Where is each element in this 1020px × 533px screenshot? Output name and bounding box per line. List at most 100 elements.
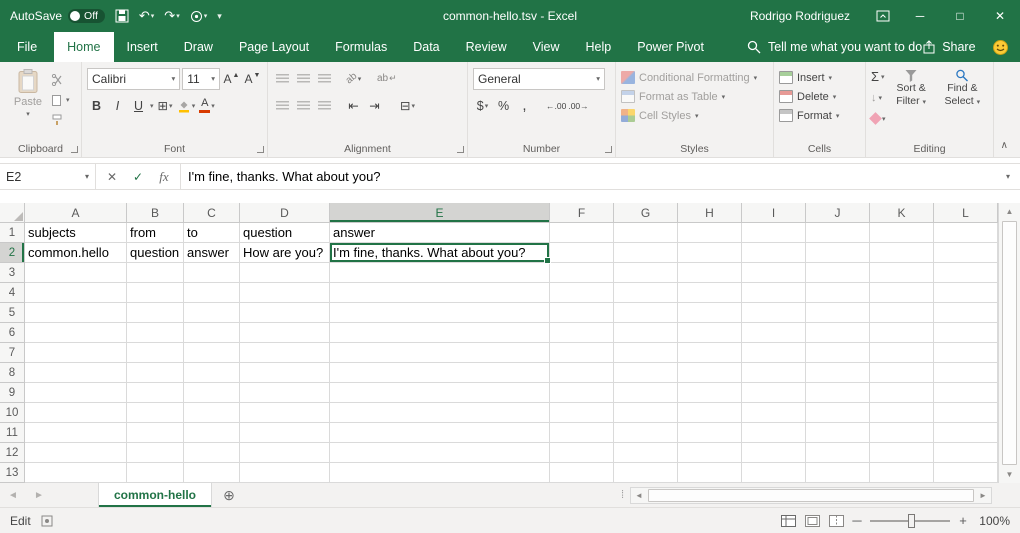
cell-F4[interactable] [550, 283, 614, 303]
insert-function-icon[interactable]: fx [152, 166, 176, 188]
cell-L13[interactable] [934, 463, 998, 483]
tab-draw[interactable]: Draw [171, 32, 226, 62]
column-header-L[interactable]: L [934, 203, 998, 223]
minimize-button[interactable]: ─ [900, 0, 940, 32]
cell-A13[interactable] [25, 463, 127, 483]
autosum-button[interactable]: Σ▾ [871, 68, 886, 85]
column-header-H[interactable]: H [678, 203, 742, 223]
cell-I13[interactable] [742, 463, 806, 483]
close-button[interactable]: ✕ [980, 0, 1020, 32]
tab-home[interactable]: Home [54, 32, 113, 62]
cell-H7[interactable] [678, 343, 742, 363]
cell-A7[interactable] [25, 343, 127, 363]
normal-view-button[interactable] [776, 510, 800, 532]
cell-D10[interactable] [240, 403, 330, 423]
zoom-slider-thumb[interactable] [908, 514, 915, 528]
cell-J3[interactable] [806, 263, 870, 283]
formula-input[interactable]: I'm fine, thanks. What about you? [181, 164, 996, 189]
underline-button[interactable]: U [129, 95, 148, 116]
cell-L7[interactable] [934, 343, 998, 363]
cell-E4[interactable] [330, 283, 550, 303]
cell-B9[interactable] [127, 383, 184, 403]
share-button[interactable]: Share [922, 32, 975, 62]
cell-H10[interactable] [678, 403, 742, 423]
row-header-9[interactable]: 9 [0, 383, 25, 403]
scroll-up-icon[interactable]: ▲ [999, 203, 1020, 220]
orientation-button[interactable]: ab▾ [344, 68, 363, 89]
cell-K5[interactable] [870, 303, 934, 323]
cell-K12[interactable] [870, 443, 934, 463]
cell-A5[interactable] [25, 303, 127, 323]
cell-B1[interactable]: from [127, 223, 184, 243]
cancel-entry-icon[interactable]: ✕ [100, 166, 124, 188]
cell-A8[interactable] [25, 363, 127, 383]
increase-decimal-button[interactable]: ←.00 [546, 95, 566, 116]
cell-G4[interactable] [614, 283, 678, 303]
horizontal-scrollbar[interactable]: ◄ ► [630, 487, 992, 504]
cell-L3[interactable] [934, 263, 998, 283]
cell-G9[interactable] [614, 383, 678, 403]
user-name[interactable]: Rodrigo Rodriguez [750, 9, 850, 23]
increase-font-size-button[interactable]: A▲ [222, 68, 241, 89]
cell-I9[interactable] [742, 383, 806, 403]
cell-styles-button[interactable]: Cell Styles ▾ [621, 106, 768, 125]
zoom-out-button[interactable]: ─ [848, 513, 866, 528]
cell-B6[interactable] [127, 323, 184, 343]
comma-style-button[interactable]: , [515, 95, 534, 116]
cell-C1[interactable]: to [184, 223, 240, 243]
save-icon[interactable] [115, 9, 129, 23]
cell-G13[interactable] [614, 463, 678, 483]
column-header-B[interactable]: B [127, 203, 184, 223]
tab-file[interactable]: File [0, 32, 54, 62]
cell-A2[interactable]: common.hello [25, 243, 127, 263]
tab-insert[interactable]: Insert [114, 32, 171, 62]
touch-mode-icon[interactable]: ▾ [190, 10, 208, 23]
font-color-button[interactable]: A ▾ [198, 95, 217, 116]
cell-D2[interactable]: How are you? [240, 243, 330, 263]
cell-H1[interactable] [678, 223, 742, 243]
cell-J12[interactable] [806, 443, 870, 463]
cell-E10[interactable] [330, 403, 550, 423]
tab-data[interactable]: Data [400, 32, 452, 62]
cell-E11[interactable] [330, 423, 550, 443]
cell-L8[interactable] [934, 363, 998, 383]
cell-K11[interactable] [870, 423, 934, 443]
copy-button[interactable]: ▾ [51, 91, 70, 108]
row-header-12[interactable]: 12 [0, 443, 25, 463]
page-break-view-button[interactable] [824, 510, 848, 532]
cell-D4[interactable] [240, 283, 330, 303]
row-header-5[interactable]: 5 [0, 303, 25, 323]
cell-G1[interactable] [614, 223, 678, 243]
cell-I8[interactable] [742, 363, 806, 383]
column-header-G[interactable]: G [614, 203, 678, 223]
cell-F9[interactable] [550, 383, 614, 403]
cell-I4[interactable] [742, 283, 806, 303]
cell-I10[interactable] [742, 403, 806, 423]
cell-K7[interactable] [870, 343, 934, 363]
cell-K1[interactable] [870, 223, 934, 243]
cell-I12[interactable] [742, 443, 806, 463]
cell-D13[interactable] [240, 463, 330, 483]
format-cells-button[interactable]: Format ▾ [779, 106, 860, 125]
column-header-A[interactable]: A [25, 203, 127, 223]
cell-I1[interactable] [742, 223, 806, 243]
middle-align-button[interactable] [294, 68, 313, 89]
enter-entry-icon[interactable]: ✓ [126, 166, 150, 188]
zoom-in-button[interactable]: + [954, 513, 972, 528]
scroll-right-icon[interactable]: ► [975, 491, 991, 500]
cell-C5[interactable] [184, 303, 240, 323]
clipboard-dialog-launcher-icon[interactable] [71, 146, 78, 153]
cell-L5[interactable] [934, 303, 998, 323]
cell-F12[interactable] [550, 443, 614, 463]
cell-F3[interactable] [550, 263, 614, 283]
cell-J6[interactable] [806, 323, 870, 343]
vertical-scrollbar[interactable]: ▲ ▼ [998, 203, 1020, 483]
sheet-tab-common-hello[interactable]: common-hello [98, 483, 212, 507]
font-name-combo[interactable]: Calibri▾ [87, 68, 180, 90]
cell-J1[interactable] [806, 223, 870, 243]
cell-F6[interactable] [550, 323, 614, 343]
cell-A3[interactable] [25, 263, 127, 283]
tab-help[interactable]: Help [573, 32, 625, 62]
horizontal-scroll-thumb[interactable] [648, 489, 974, 502]
cell-D3[interactable] [240, 263, 330, 283]
